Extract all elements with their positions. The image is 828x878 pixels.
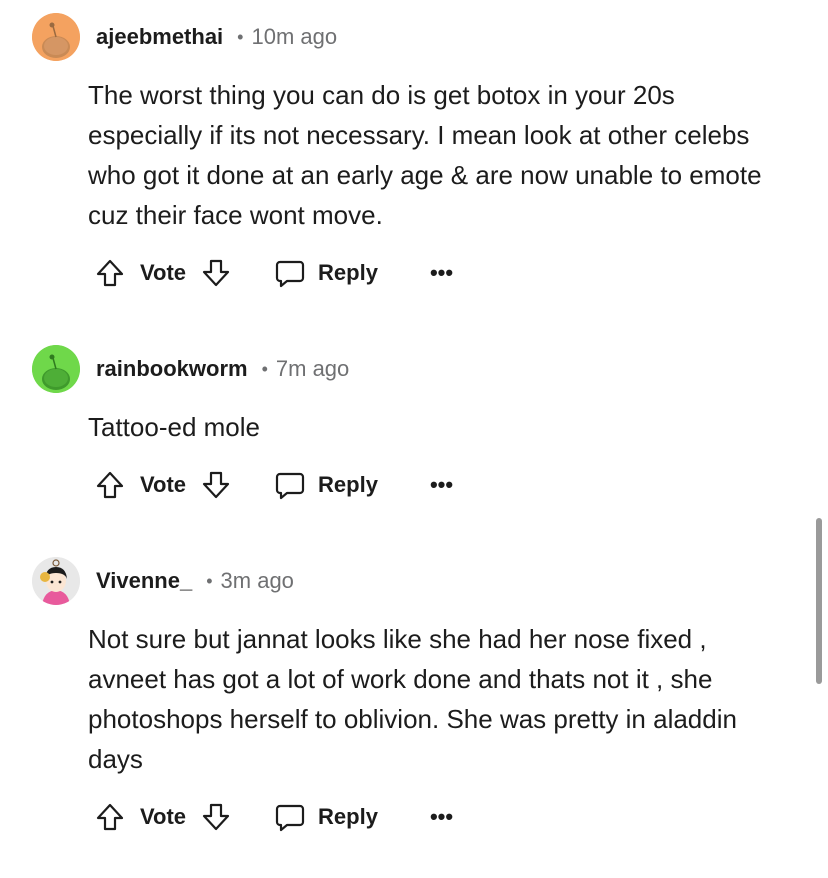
reply-button[interactable]: Reply <box>274 801 378 833</box>
username[interactable]: Vivenne_ <box>96 568 192 594</box>
reply-label: Reply <box>318 260 378 285</box>
comment-actions: Vote Reply ••• <box>94 799 453 835</box>
more-options-icon[interactable]: ••• <box>430 262 453 284</box>
upvote-icon[interactable] <box>94 257 126 289</box>
reply-icon <box>275 804 305 832</box>
reply-button[interactable]: Reply <box>274 257 378 289</box>
comment-actions: Vote Reply ••• <box>94 255 453 291</box>
more-options-icon[interactable]: ••• <box>430 806 453 828</box>
reply-icon <box>275 260 305 288</box>
reply-label: Reply <box>318 804 378 829</box>
downvote-icon[interactable] <box>200 469 232 501</box>
comment-header: ajeebmethai • 10m ago <box>32 13 337 61</box>
timestamp: 3m ago <box>220 568 294 593</box>
comment-header: rainbookworm • 7m ago <box>32 345 349 393</box>
comment-actions: Vote Reply ••• <box>94 467 453 503</box>
comment-body: Not sure but jannat looks like she had h… <box>88 624 737 774</box>
reply-icon <box>275 472 305 500</box>
separator-dot: • <box>261 358 268 379</box>
upvote-icon[interactable] <box>94 469 126 501</box>
separator-dot: • <box>206 570 213 591</box>
avatar[interactable] <box>32 557 80 605</box>
more-options-icon[interactable]: ••• <box>430 474 453 496</box>
separator-dot: • <box>237 26 244 47</box>
comment-header: Vivenne_ • 3m ago <box>32 557 294 605</box>
vote-count: Vote <box>140 472 187 497</box>
vote-count: Vote <box>140 804 187 829</box>
avatar[interactable] <box>32 13 80 61</box>
timestamp: 7m ago <box>275 356 350 381</box>
reply-button[interactable]: Reply <box>274 469 378 501</box>
timestamp: 10m ago <box>251 24 338 49</box>
downvote-icon[interactable] <box>200 257 232 289</box>
comment-body: The worst thing you can do is get botox … <box>88 80 762 230</box>
vote-count: Vote <box>140 260 187 285</box>
comment-body: Tattoo-ed mole <box>88 412 260 442</box>
upvote-icon[interactable] <box>94 801 126 833</box>
reply-label: Reply <box>318 472 378 497</box>
avatar[interactable] <box>32 345 80 393</box>
scrollbar[interactable] <box>816 518 822 684</box>
username[interactable]: ajeebmethai <box>96 24 223 50</box>
downvote-icon[interactable] <box>200 801 232 833</box>
username[interactable]: rainbookworm <box>96 356 248 382</box>
